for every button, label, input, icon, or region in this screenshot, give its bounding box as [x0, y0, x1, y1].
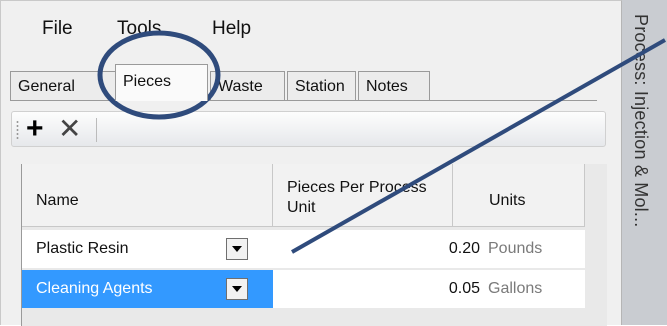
tab-pieces-label: Pieces — [123, 73, 172, 90]
menu-bar: File Tools Help — [1, 1, 621, 49]
pieces-toolbar: + ✕ — [11, 111, 606, 147]
menu-file[interactable]: File — [42, 18, 73, 40]
column-name-label: Name — [36, 192, 79, 209]
column-header-pieces[interactable]: Pieces Per Process Unit — [273, 164, 453, 227]
dropdown-arrow-icon[interactable] — [226, 278, 248, 300]
tab-station-label: Station — [295, 78, 345, 95]
column-header-units[interactable]: Units — [453, 164, 585, 227]
menu-tools[interactable]: Tools — [117, 18, 161, 40]
x-icon[interactable]: ✕ — [58, 114, 81, 144]
tab-waste[interactable]: Waste — [210, 71, 285, 101]
row-name: Plastic Resin — [36, 240, 129, 257]
column-units-label: Units — [489, 192, 526, 209]
toolbar-separator — [96, 118, 97, 142]
tab-panel-border — [10, 100, 597, 101]
tab-general[interactable]: General — [10, 71, 116, 101]
tab-general-label: General — [18, 78, 75, 95]
tab-waste-label: Waste — [218, 78, 263, 95]
column-pieces-label: Pieces Per Process Unit — [287, 179, 427, 216]
dropdown-arrow-icon[interactable] — [226, 238, 248, 260]
row-value[interactable]: 0.20 — [273, 230, 480, 268]
tab-strip: General Pieces Waste Station Notes — [10, 62, 610, 101]
tab-pieces[interactable]: Pieces — [115, 64, 208, 101]
tab-notes[interactable]: Notes — [358, 71, 430, 101]
row-name: Cleaning Agents — [36, 280, 153, 297]
table-row[interactable]: Plastic Resin 0.20 Pounds — [22, 230, 585, 268]
row-name-cell[interactable]: Plastic Resin — [22, 230, 273, 268]
side-panel-title: Process: Injection & Mol... — [631, 14, 651, 228]
menu-help[interactable]: Help — [212, 18, 251, 40]
row-name-cell-selected[interactable]: Cleaning Agents — [22, 270, 273, 308]
row-unit: Pounds — [488, 240, 543, 257]
tab-station[interactable]: Station — [287, 71, 356, 101]
table-row[interactable]: Cleaning Agents 0.05 Gallons — [22, 270, 585, 308]
toolbar-grip[interactable] — [16, 120, 19, 140]
plus-icon[interactable]: + — [26, 114, 44, 144]
row-unit: Gallons — [488, 280, 543, 297]
column-header-name[interactable]: Name — [22, 164, 273, 227]
pieces-grid: Name Pieces Per Process Unit Units Plast… — [21, 164, 607, 326]
row-value[interactable]: 0.05 — [273, 270, 480, 308]
process-side-panel[interactable]: Process: Injection & Mol... — [622, 0, 667, 325]
process-editor-window: File Tools Help General Pieces Waste Sta… — [0, 0, 622, 326]
tab-notes-label: Notes — [366, 78, 408, 95]
